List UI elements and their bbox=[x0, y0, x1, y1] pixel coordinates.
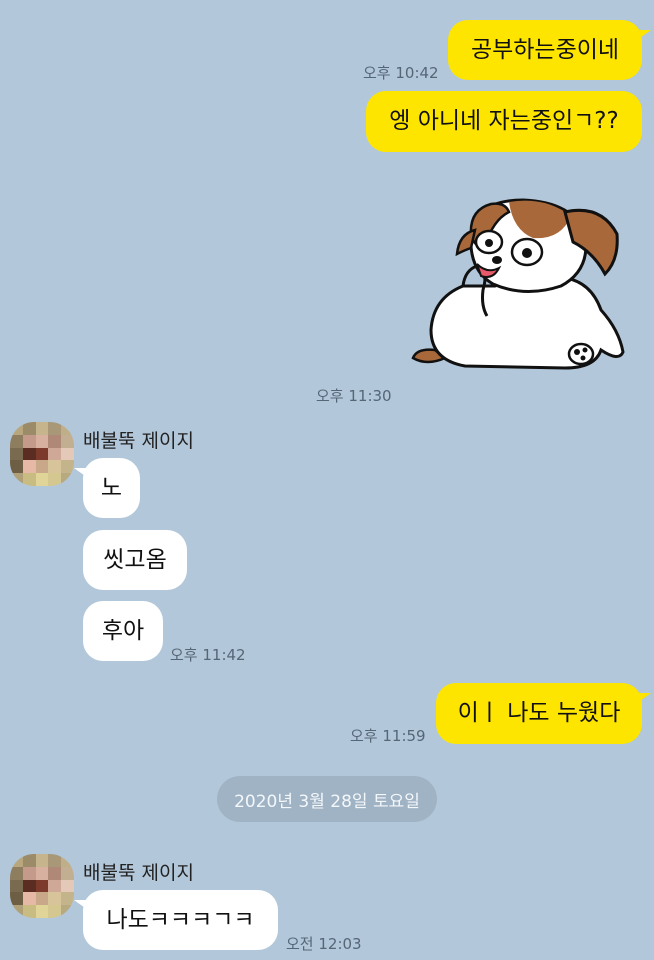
date-divider: 2020년 3월 28일 토요일 bbox=[217, 776, 437, 822]
chat-room: 오후 10:42 공부하는중이네 엥 아니네 자는중인ㄱ?? 오후 11:30 bbox=[0, 0, 654, 960]
their-message-bubble[interactable]: 나도ㅋㅋㅋㄱㅋ bbox=[74, 890, 278, 950]
their-message-bubble[interactable]: 후아 bbox=[83, 601, 163, 661]
their-message-bubble[interactable]: 씻고옴 bbox=[83, 530, 187, 590]
message-time: 오후 10:42 bbox=[363, 64, 439, 82]
their-message-bubble[interactable]: 노 bbox=[74, 458, 140, 518]
avatar[interactable] bbox=[10, 854, 74, 918]
message-time: 오전 12:03 bbox=[286, 935, 362, 953]
my-message-bubble[interactable]: 엥 아니네 자는중인ㄱ?? bbox=[366, 91, 642, 152]
puppy-sticker-icon[interactable] bbox=[405, 190, 630, 380]
message-time: 오후 11:59 bbox=[350, 727, 426, 745]
avatar[interactable] bbox=[10, 422, 74, 486]
my-message-bubble[interactable]: 이ㅣ 나도 누웠다 bbox=[436, 683, 651, 744]
my-message-bubble[interactable]: 공부하는중이네 bbox=[448, 20, 651, 80]
message-time: 오후 11:42 bbox=[170, 646, 246, 664]
sender-name: 배불뚝 제이지 bbox=[83, 862, 194, 884]
message-time: 오후 11:30 bbox=[316, 387, 392, 405]
sender-name: 배불뚝 제이지 bbox=[83, 430, 194, 452]
